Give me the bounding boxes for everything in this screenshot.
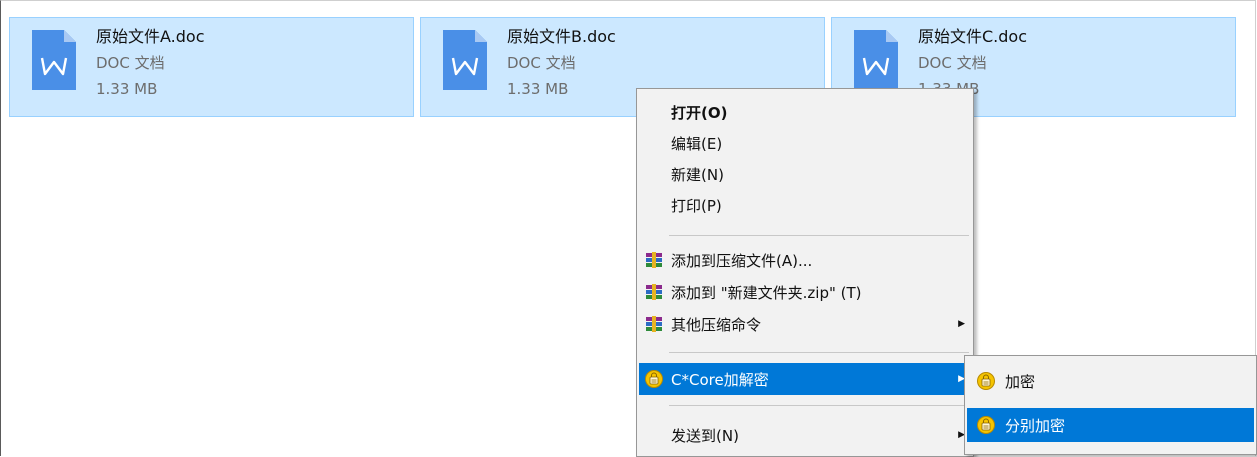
menu-separator: [669, 405, 969, 406]
file-size: 1.33 MB: [507, 80, 569, 98]
menu-item-other-compress[interactable]: 其他压缩命令 ▶: [639, 309, 971, 339]
menu-separator: [669, 352, 969, 353]
menu-separator: [669, 235, 969, 236]
lock-badge-icon: [645, 370, 663, 388]
file-size: 1.33 MB: [96, 80, 158, 98]
winrar-icon: [646, 284, 662, 300]
context-menu: 打开(O) 编辑(E) 新建(N) 打印(P) 添加到压缩文件(A)... 添加…: [636, 88, 974, 457]
word-doc-icon: [443, 30, 487, 90]
menu-item-open[interactable]: 打开(O): [639, 97, 971, 127]
winrar-icon: [646, 252, 662, 268]
lock-badge-icon: [977, 416, 995, 434]
file-name: 原始文件B.doc: [507, 27, 616, 46]
file-type: DOC 文档: [918, 54, 987, 72]
file-name: 原始文件C.doc: [918, 27, 1028, 46]
menu-item-new[interactable]: 新建(N): [639, 159, 971, 189]
menu-item-print[interactable]: 打印(P): [639, 190, 971, 220]
menu-item-add-to-archive[interactable]: 添加到压缩文件(A)...: [639, 245, 971, 275]
menu-item-send-to[interactable]: 发送到(N) ▶: [639, 420, 971, 450]
lock-badge-icon: [977, 372, 995, 390]
file-tile-a[interactable]: 原始文件A.doc DOC 文档 1.33 MB: [9, 17, 414, 117]
submenu-ccore: 加密 分别加密: [964, 355, 1257, 455]
submenu-item-encrypt[interactable]: 加密: [967, 365, 1254, 397]
menu-item-ccore-crypto[interactable]: C*Core加解密 ▶: [639, 363, 971, 395]
file-name: 原始文件A.doc: [96, 27, 205, 46]
file-type: DOC 文档: [507, 54, 576, 72]
word-doc-icon: [854, 30, 898, 90]
menu-item-edit[interactable]: 编辑(E): [639, 128, 971, 158]
menu-item-add-to-zip[interactable]: 添加到 "新建文件夹.zip" (T): [639, 277, 971, 307]
winrar-icon: [646, 316, 662, 332]
submenu-item-encrypt-separately[interactable]: 分别加密: [967, 408, 1254, 442]
submenu-arrow-icon: ▶: [958, 319, 965, 329]
file-type: DOC 文档: [96, 54, 165, 72]
word-doc-icon: [32, 30, 76, 90]
